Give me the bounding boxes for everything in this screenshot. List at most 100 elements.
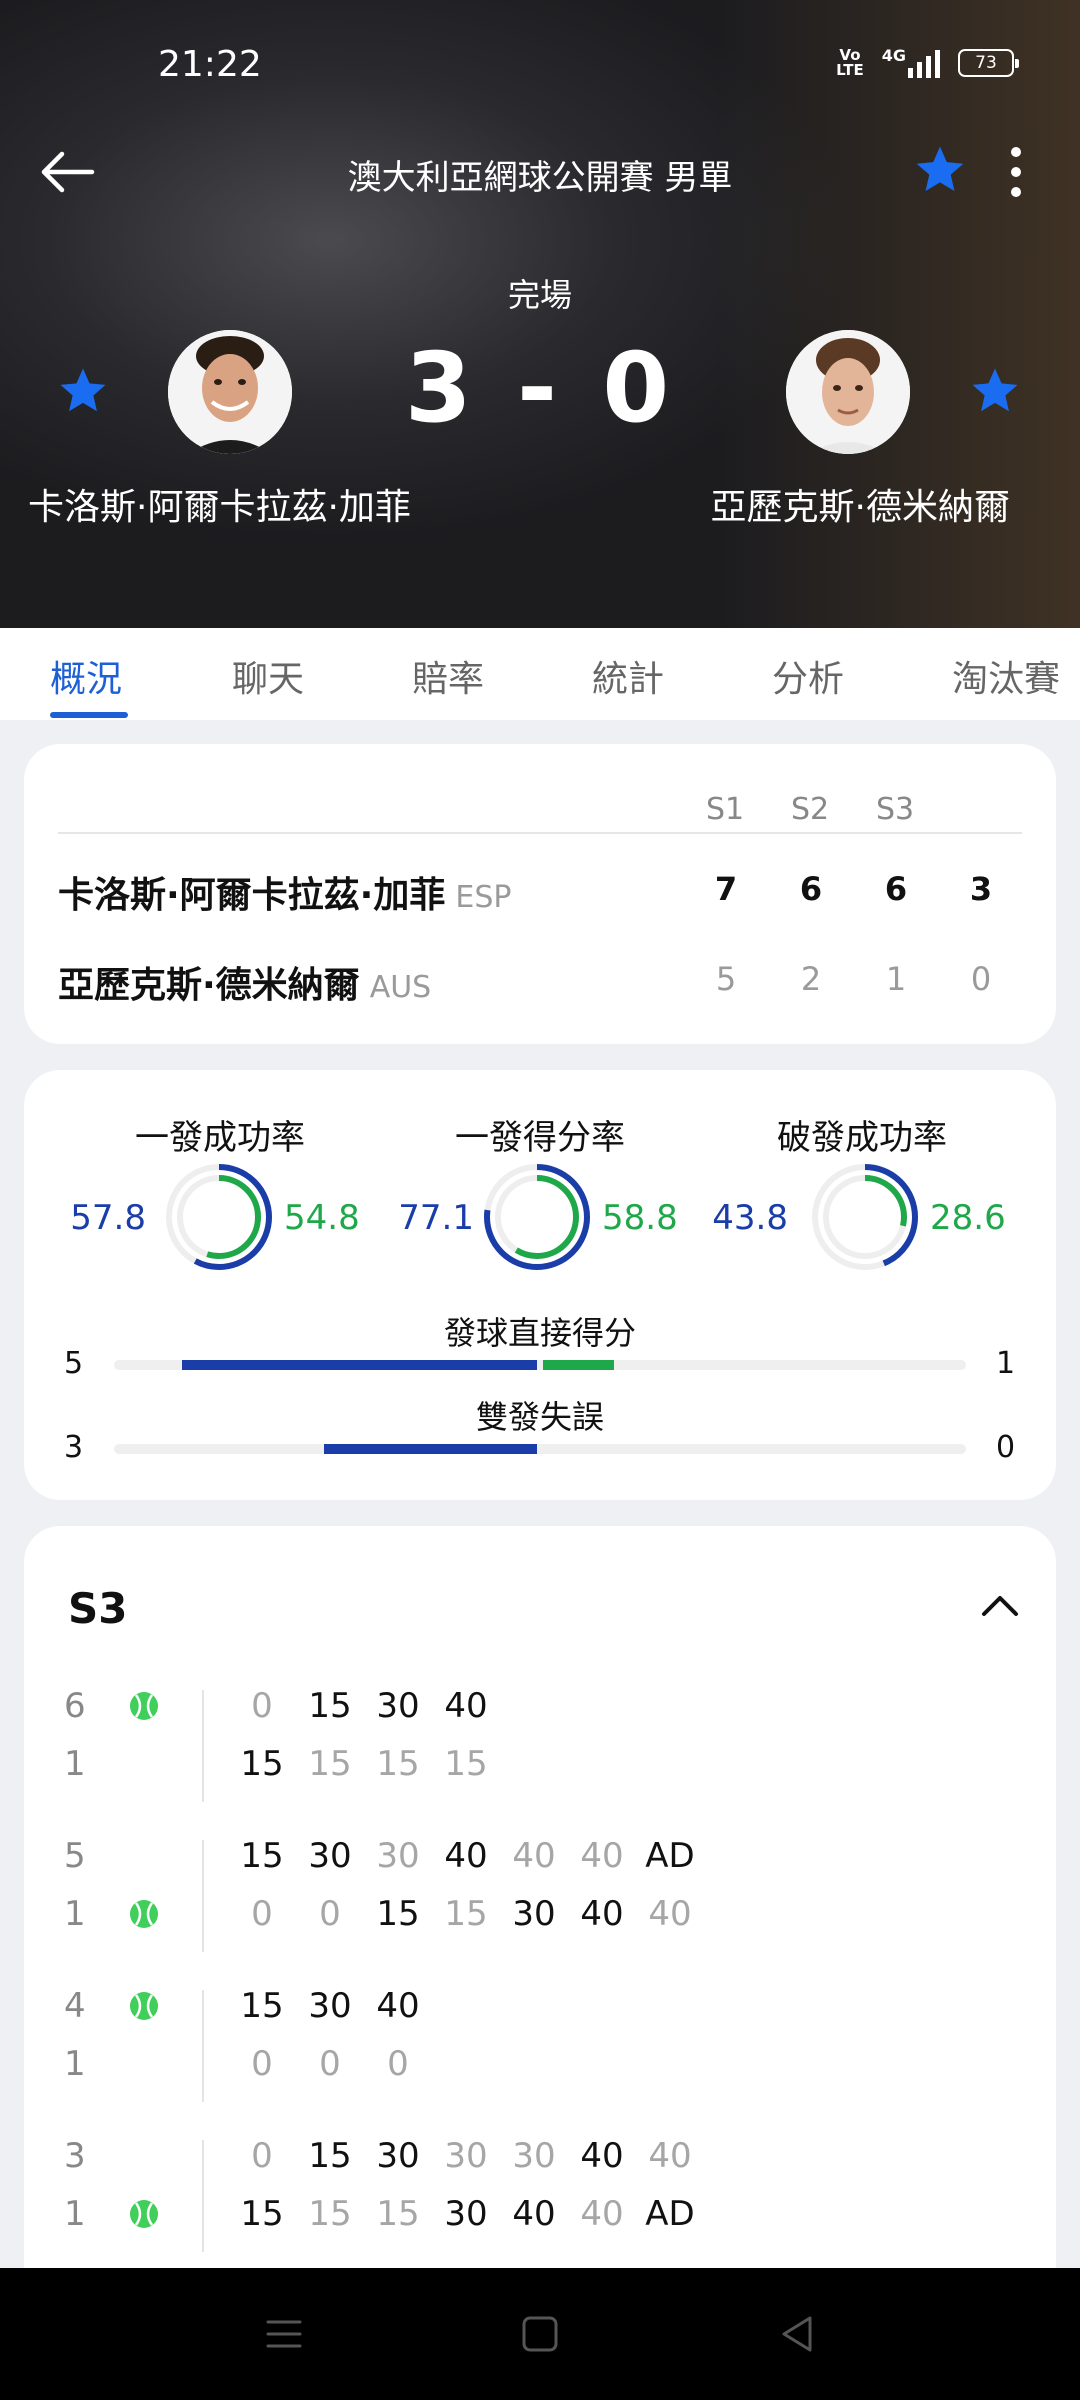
tennis-ball-icon bbox=[130, 1992, 158, 2020]
game-count: 6 bbox=[64, 1686, 86, 1726]
game-row: 4 15 30 40 1 0 0 0 bbox=[24, 1986, 1056, 2116]
game-count: 1 bbox=[64, 1744, 86, 1784]
menu-icon[interactable] bbox=[262, 2312, 306, 2356]
stat-label: 一發得分率 bbox=[455, 1118, 625, 1158]
bar-left-fill bbox=[324, 1444, 537, 1454]
game-row: 6 0 15 30 40 1 15 15 15 15 bbox=[24, 1686, 1056, 1816]
bar-right-value: 1 bbox=[996, 1346, 1016, 1381]
set-score: 1 bbox=[885, 960, 907, 998]
stat-left-value: 77.1 bbox=[398, 1198, 474, 1238]
game-row: 3 0 15 30 30 30 40 40 1 15 15 15 30 40 40 AD bbox=[24, 2136, 1056, 2266]
set-score: 7 bbox=[714, 870, 738, 908]
network-label: 4G bbox=[881, 46, 906, 65]
point-score: 40 bbox=[580, 1836, 624, 1876]
right-player-name: 亞歷克斯·德米納爾 bbox=[710, 487, 1010, 528]
game-divider bbox=[202, 1990, 204, 2102]
system-navigation-bar bbox=[0, 2268, 1080, 2400]
point-score: 40 bbox=[648, 2136, 692, 2176]
game-row: 5 15 30 30 40 40 40 AD 1 0 0 15 15 30 40 40 bbox=[24, 1836, 1056, 1966]
home-icon[interactable] bbox=[518, 2312, 562, 2356]
current-game-score: 3 bbox=[969, 870, 993, 908]
point-score: 0 bbox=[387, 2044, 409, 2084]
point-score: 15 bbox=[240, 2194, 284, 2234]
chevron-up-icon[interactable] bbox=[980, 1590, 1020, 1620]
game-count: 1 bbox=[64, 1894, 86, 1934]
point-score: 40 bbox=[648, 1894, 692, 1934]
game-divider bbox=[202, 1690, 204, 1802]
set-score: 5 bbox=[715, 960, 737, 998]
back-triangle-icon[interactable] bbox=[776, 2312, 820, 2356]
point-score: AD bbox=[645, 2194, 695, 2234]
divider bbox=[58, 832, 1022, 834]
tab-bar: 概況 聊天 賠率 統計 分析 淘汰賽 bbox=[0, 628, 1080, 720]
point-score: 15 bbox=[240, 1986, 284, 2026]
favorite-star-icon[interactable] bbox=[912, 142, 968, 198]
game-count: 4 bbox=[64, 1986, 86, 2026]
set-header-s3: S3 bbox=[876, 792, 915, 827]
point-score: 0 bbox=[319, 1894, 341, 1934]
point-score: AD bbox=[645, 1836, 695, 1876]
match-status: 完場 bbox=[507, 276, 572, 314]
point-score: 15 bbox=[308, 1744, 352, 1784]
point-score: 30 bbox=[376, 1836, 420, 1876]
bar-right-fill bbox=[543, 1360, 614, 1370]
point-score: 40 bbox=[580, 2136, 624, 2176]
tab-odds[interactable]: 賠率 bbox=[412, 650, 484, 702]
right-player-avatar[interactable] bbox=[786, 330, 910, 454]
game-count: 3 bbox=[64, 2136, 86, 2176]
left-player-avatar[interactable] bbox=[168, 330, 292, 454]
tennis-ball-icon bbox=[130, 2200, 158, 2228]
active-tab-indicator bbox=[50, 712, 128, 718]
point-score: 40 bbox=[376, 1986, 420, 2026]
point-score: 0 bbox=[251, 1894, 273, 1934]
more-vertical-icon[interactable] bbox=[1004, 144, 1028, 200]
stat-donut-chart bbox=[166, 1164, 272, 1270]
tab-statistics[interactable]: 統計 bbox=[592, 650, 664, 702]
scoreboard-row-name: 亞歷克斯·德米納爾 AUS bbox=[58, 956, 431, 1008]
bar-track bbox=[114, 1444, 966, 1454]
point-score: 15 bbox=[376, 2194, 420, 2234]
set-score: 6 bbox=[884, 870, 908, 908]
point-score: 30 bbox=[308, 1836, 352, 1876]
match-header: 21:22 VoLTE 4G 73 澳大利亞網球公開賽 男單 完場 3 - 0 bbox=[0, 0, 1080, 628]
status-time: 21:22 bbox=[158, 44, 262, 85]
follow-left-player-star-icon[interactable] bbox=[56, 364, 110, 418]
signal-icon bbox=[908, 48, 940, 78]
game-divider bbox=[202, 1840, 204, 1952]
player-name: 亞歷克斯·德米納爾 bbox=[58, 965, 360, 1006]
point-score: 15 bbox=[308, 2136, 352, 2176]
stat-left-value: 57.8 bbox=[70, 1198, 146, 1238]
stat-left-value: 43.8 bbox=[712, 1198, 788, 1238]
bar-left-fill bbox=[182, 1360, 537, 1370]
game-count: 5 bbox=[64, 1836, 86, 1876]
point-score: 40 bbox=[444, 1836, 488, 1876]
battery-icon: 73 bbox=[958, 49, 1019, 77]
stats-card: 一發成功率 57.8 54.8 一發得分率 77.1 58.8 破發成功率 43… bbox=[24, 1070, 1056, 1500]
stat-label: 破發成功率 bbox=[777, 1118, 947, 1158]
set-score: 6 bbox=[799, 870, 823, 908]
game-count: 1 bbox=[64, 2044, 86, 2084]
tab-overview[interactable]: 概況 bbox=[50, 650, 122, 702]
point-score: 15 bbox=[444, 1894, 488, 1934]
point-score: 15 bbox=[308, 1686, 352, 1726]
bar-right-value: 0 bbox=[996, 1430, 1016, 1465]
tab-analysis[interactable]: 分析 bbox=[772, 650, 844, 702]
current-game-score: 0 bbox=[970, 960, 992, 998]
set-score: 2 bbox=[800, 960, 822, 998]
stat-right-value: 28.6 bbox=[930, 1198, 1006, 1238]
point-score: 15 bbox=[308, 2194, 352, 2234]
tab-chat[interactable]: 聊天 bbox=[232, 650, 304, 702]
stat-donut-chart bbox=[812, 1164, 918, 1270]
point-score: 40 bbox=[580, 1894, 624, 1934]
stat-right-value: 54.8 bbox=[284, 1198, 360, 1238]
game-divider bbox=[202, 2140, 204, 2252]
network-indicator: 4G bbox=[882, 48, 940, 78]
tab-knockout[interactable]: 淘汰賽 bbox=[952, 650, 1060, 702]
tennis-ball-icon bbox=[130, 1900, 158, 1928]
follow-right-player-star-icon[interactable] bbox=[968, 364, 1022, 418]
point-score: 0 bbox=[251, 2136, 273, 2176]
bar-track bbox=[114, 1360, 966, 1370]
player-country: ESP bbox=[455, 880, 512, 915]
point-score: 40 bbox=[512, 1836, 556, 1876]
point-score: 40 bbox=[580, 2194, 624, 2234]
